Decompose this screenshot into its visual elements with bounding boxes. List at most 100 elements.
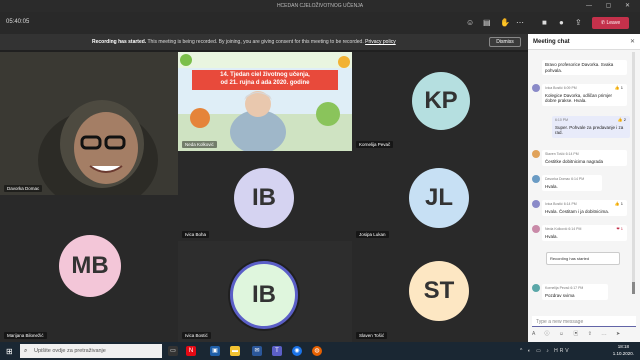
participant-name: Josipa Lukan — [356, 231, 389, 238]
reaction-badge[interactable]: 👍 2 — [618, 117, 626, 123]
system-message: Recording has started — [546, 252, 620, 265]
video-tile-slaven[interactable]: ST Slaven Tošić — [352, 241, 528, 342]
message-text: Hvala. — [545, 183, 558, 189]
message-time: 6:10 PM — [555, 118, 569, 122]
avatar — [532, 175, 540, 183]
avatar — [532, 200, 540, 208]
video-tile-marijana[interactable]: MB Marijana Bilonežić — [0, 195, 178, 342]
meeting-chat-panel: Meeting chat ✕ Bravo profesorice Davorka… — [528, 34, 640, 342]
message-bubble[interactable]: Davorka Domac 6:14 PM Hvala. — [542, 175, 602, 191]
chat-message: Ivica Bostić 6:09 PM Kolegice Davorka, o… — [532, 84, 628, 112]
reaction-badge[interactable]: ❤ 1 — [616, 226, 623, 232]
chat-message: Ivica Bostić 6:14 PM Hvala. Čestitam i j… — [532, 200, 628, 220]
chrome-icon[interactable]: ◉ — [292, 346, 302, 356]
windows-start-icon[interactable]: ⊞ — [6, 347, 13, 356]
participant-name: Neda Kolković — [182, 141, 217, 148]
video-tile-ivica-boha[interactable]: IB Ivica Boha — [178, 151, 352, 241]
message-sender: Davorka Domac — [545, 177, 571, 181]
search-icon: ⌕ — [24, 348, 28, 354]
slide-line-1: 14. Tjedan ciel životnog učenja, — [220, 72, 310, 78]
banner-bold: Recording has started. — [92, 39, 147, 45]
video-tile-ivica-bostic[interactable]: IB Ivica Bostić — [178, 241, 352, 342]
taskbar-search-box[interactable]: ⌕ Upišite ovdje za pretraživanje — [20, 344, 162, 358]
chat-message: Davorka Domac 6:14 PM Hvala. — [532, 175, 628, 193]
video-tile-josipa[interactable]: JL Josipa Lukan — [352, 151, 528, 241]
chat-title: Meeting chat — [528, 34, 640, 50]
message-time: 6:14 PM — [571, 177, 585, 181]
avatar: IB — [234, 168, 294, 228]
video-tile-neda[interactable]: 14. Tjedan ciel životnog učenja, od 21. … — [178, 52, 352, 151]
close-icon[interactable]: ✕ — [630, 38, 635, 45]
file-explorer-icon[interactable]: ▬ — [230, 346, 240, 356]
store-icon[interactable]: ▣ — [210, 346, 220, 356]
message-sender: Ivica Bostić — [545, 202, 563, 206]
avatar — [532, 150, 540, 158]
microphone-icon[interactable]: ● — [559, 18, 564, 27]
compose-toolbar[interactable]: A ⓘ ☺ ▣ ⇪ ⋯ ➤ — [532, 330, 624, 337]
participant-name: Slaven Tošić — [356, 332, 388, 339]
task-view-icon[interactable]: ▭ — [168, 346, 178, 356]
message-bubble[interactable]: Kornelija Pevač 6:17 PM Pozdrav svima — [542, 284, 608, 300]
message-sender: Slaven Tošić — [545, 152, 565, 156]
participant-name: Davorka Domac — [4, 185, 43, 192]
leave-label: Leave — [606, 20, 621, 26]
reaction-badge[interactable]: 👍 1 — [615, 201, 623, 207]
netflix-icon[interactable]: N — [186, 346, 196, 356]
chat-message-own: 6:10 PM Super. Pohvale za predavanje i z… — [532, 116, 630, 140]
chat-message: Bravo profesorice Davorka. Svaka pohvala… — [532, 60, 628, 76]
system-tray-icons[interactable]: ^ ◐ ▭ ♪ HRV — [520, 348, 571, 354]
message-text: Pozdrav svima — [545, 292, 575, 298]
message-sender: Kornelija Pevač — [545, 286, 570, 290]
message-text: Hvala. — [545, 233, 558, 239]
privacy-policy-link[interactable]: Privacy policy — [365, 39, 396, 45]
leave-button[interactable]: ✆ Leave — [592, 17, 629, 29]
scroll-thumb[interactable] — [632, 282, 635, 294]
message-sender: Ivica Bostić — [545, 86, 563, 90]
dismiss-button[interactable]: Dismiss — [489, 37, 521, 47]
message-time: 6:17 PM — [570, 286, 584, 290]
mail-icon[interactable]: ✉ — [252, 346, 262, 356]
chat-message: Neda Kolković 6:14 PM Hvala. ❤ 1 — [532, 225, 628, 243]
banner-message: This meeting is being recorded. By joini… — [147, 39, 364, 45]
avatar — [532, 284, 540, 292]
firefox-icon[interactable]: ◍ — [312, 346, 322, 356]
message-text: Bravo profesorice Davorka. Svaka pohvala… — [542, 60, 627, 75]
chat-message: Slaven Tošić 6:14 PM Čestitke dobitnicim… — [532, 150, 628, 168]
video-stage: Davorka Domac 14. Tjedan ciel životnog u… — [0, 50, 528, 342]
message-text: Hvala. Čestitam i ja dobitnicima. — [545, 208, 610, 214]
message-bubble[interactable]: Ivica Bostić 6:09 PM Kolegice Davorka, o… — [542, 84, 627, 106]
message-bubble[interactable]: 6:10 PM Super. Pohvale za predavanje i z… — [552, 116, 630, 138]
message-time: 6:14 PM — [565, 152, 579, 156]
avatar — [532, 225, 540, 233]
message-compose-input[interactable]: Type a new message — [532, 316, 636, 327]
message-text: Super. Pohvale za predavanje i za rad. — [555, 124, 624, 136]
message-bubble[interactable]: Ivica Bostić 6:14 PM Hvala. Čestitam i j… — [542, 200, 627, 216]
participant-video — [0, 52, 178, 195]
more-options-icon[interactable]: ⋯ — [516, 18, 524, 27]
message-bubble[interactable]: Neda Kolković 6:14 PM Hvala. ❤ 1 — [542, 225, 627, 241]
window-controls[interactable]: — ▢ ✕ — [586, 0, 636, 12]
chat-icon[interactable]: ▤ — [483, 18, 491, 27]
message-text: Kolegice Davorka, odličan primjer dobre … — [545, 92, 613, 104]
share-screen-icon[interactable]: ⇪ — [575, 18, 582, 27]
raise-hand-icon[interactable]: ✋ — [500, 18, 510, 27]
meeting-timer: 05:40:05 — [6, 19, 30, 25]
participant-name: Kornelija Pevač — [356, 141, 394, 148]
window-title: HCEDAN CJELOŽIVOTNOG UČENJA — [276, 3, 364, 9]
people-icon[interactable]: ☺ — [466, 18, 474, 27]
recording-started-text: Recording has started — [550, 256, 590, 261]
avatar: MB — [59, 235, 121, 297]
slide-title: 14. Tjedan ciel životnog učenja, od 21. … — [194, 71, 336, 87]
clock[interactable]: 18:18 1.10.2020. — [613, 344, 634, 357]
video-tile-davorka[interactable]: Davorka Domac — [0, 52, 178, 195]
message-time: 6:14 PM — [563, 202, 577, 206]
message-bubble[interactable]: Slaven Tošić 6:14 PM Čestitke dobitnicim… — [542, 150, 627, 166]
avatar: IB — [230, 261, 298, 329]
participant-name: Ivica Boha — [182, 231, 210, 238]
message-sender: Neda Kolković — [545, 227, 568, 231]
chat-scrollbar[interactable] — [632, 52, 635, 294]
reaction-badge[interactable]: 👍 1 — [615, 85, 623, 91]
video-tile-kornelija[interactable]: KP Kornelija Pevač — [352, 52, 528, 151]
teams-icon[interactable]: T — [272, 346, 282, 356]
camera-icon[interactable]: ■ — [542, 18, 547, 27]
